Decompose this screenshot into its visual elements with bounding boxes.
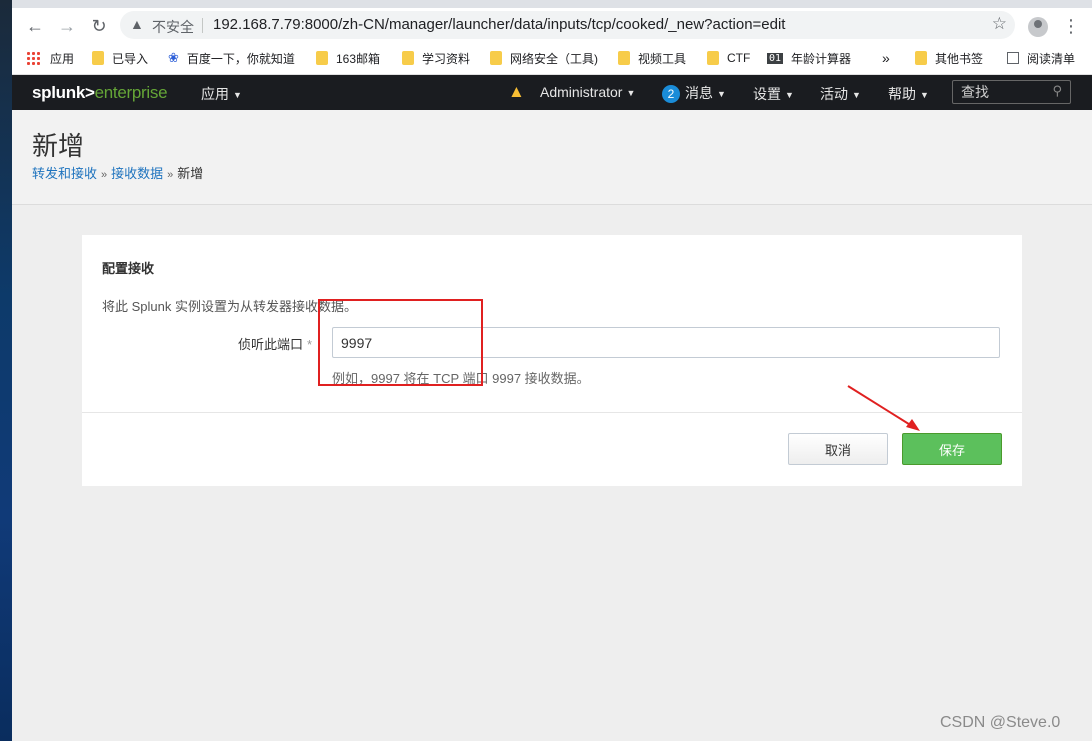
browser-window: ← → ↻ ▲ 不安全 192.168.7.79:8000/zh-CN/mana…: [12, 0, 1092, 741]
page-header: 新增 转发和接收» 接收数据» 新增: [12, 110, 1092, 205]
logo-splunk: splunk>: [32, 83, 95, 102]
help-menu-label: 帮助: [888, 86, 916, 102]
splunk-search-box[interactable]: ⚲: [952, 80, 1071, 104]
bookmarks-overflow[interactable]: »: [882, 49, 890, 67]
settings-menu[interactable]: 设置 ▼: [753, 84, 794, 104]
bookmark-age-calculator[interactable]: 01 年龄计算器: [767, 49, 851, 67]
bookmark-imported[interactable]: 已导入: [92, 49, 148, 67]
bookmark-label: 学习资料: [422, 51, 471, 66]
address-separator: [202, 18, 203, 33]
breadcrumb-separator: »: [167, 169, 174, 181]
url-text[interactable]: 192.168.7.79:8000/zh-CN/manager/launcher…: [213, 16, 785, 33]
section-title: 配置接收: [102, 261, 155, 276]
reading-list[interactable]: 阅读清单: [1007, 49, 1075, 67]
bookmark-label: 年龄计算器: [791, 51, 852, 66]
caret-down-icon: ▼: [626, 88, 636, 98]
breadcrumb: 转发和接收» 接收数据» 新增: [32, 163, 203, 182]
page-title: 新增: [32, 131, 85, 161]
breadcrumb-forwarding-receiving[interactable]: 转发和接收: [32, 166, 97, 181]
logo-enterprise: enterprise: [94, 83, 168, 102]
splunk-search-input[interactable]: [953, 81, 1051, 103]
folder-icon: [915, 51, 927, 65]
bookmark-label: 视频工具: [638, 51, 687, 66]
bookmark-ctf[interactable]: CTF: [707, 49, 750, 67]
bookmark-label: 应用: [50, 51, 75, 66]
caret-down-icon: ▼: [852, 90, 861, 100]
bookmark-label: 已导入: [112, 51, 149, 66]
profile-avatar-icon[interactable]: [1028, 17, 1048, 37]
bookmark-video-tools[interactable]: 视频工具: [618, 49, 686, 67]
bookmark-baidu[interactable]: ❀ 百度一下，你就知道: [168, 49, 295, 67]
search-icon[interactable]: ⚲: [1052, 83, 1062, 99]
breadcrumb-current: 新增: [177, 166, 204, 181]
annotation-arrow-icon: [847, 385, 920, 431]
folder-icon: [402, 51, 414, 65]
tab-strip: [12, 0, 1092, 8]
reload-icon[interactable]: ↻: [86, 13, 112, 39]
configure-receiving-panel: 配置接收 将此 Splunk 实例设置为从转发器接收数据。 侦听此端口* 例如，…: [82, 235, 1022, 486]
messages-menu-label: 消息: [685, 85, 713, 101]
baidu-paw-icon: ❀: [168, 50, 179, 65]
back-arrow-icon[interactable]: ←: [22, 13, 48, 39]
bookmark-label: 其他书签: [935, 51, 984, 66]
message-count-badge: 2: [662, 85, 680, 103]
bookmark-163-mail[interactable]: 163邮箱: [316, 49, 380, 67]
forward-arrow-icon[interactable]: →: [54, 13, 80, 39]
folder-icon: [618, 51, 630, 65]
breadcrumb-separator: »: [101, 169, 108, 181]
bookmark-label: CTF: [727, 51, 751, 65]
activity-menu-label: 活动: [820, 86, 848, 102]
port-label-text: 侦听此端口: [238, 337, 304, 352]
address-bar[interactable]: ▲ 不安全 192.168.7.79:8000/zh-CN/manager/la…: [120, 11, 1015, 39]
watermark: CSDN @Steve.0: [940, 714, 1061, 731]
bookmark-study[interactable]: 学习资料: [402, 49, 470, 67]
help-menu[interactable]: 帮助 ▼: [888, 84, 929, 104]
apps-grid-icon: [26, 51, 40, 65]
bookmark-label: 163邮箱: [336, 51, 381, 66]
annotation-highlight-box: [318, 299, 483, 386]
browser-toolbar: ← → ↻ ▲ 不安全 192.168.7.79:8000/zh-CN/mana…: [12, 8, 1092, 42]
settings-menu-label: 设置: [753, 86, 781, 102]
folder-icon: [316, 51, 328, 65]
page-content: 新增 转发和接收» 接收数据» 新增 配置接收 将此 Splunk 实例设置为从转发…: [12, 110, 1092, 741]
warning-triangle-icon[interactable]: ▲: [508, 82, 525, 102]
folder-icon: [490, 51, 502, 65]
caret-down-icon: ▼: [920, 90, 929, 100]
breadcrumb-receive-data[interactable]: 接收数据: [111, 166, 163, 181]
port-field-label: 侦听此端口 *: [238, 334, 312, 353]
browser-menu-icon[interactable]: ⋮: [1062, 16, 1080, 37]
caret-down-icon: ▼: [717, 89, 726, 99]
folder-icon: [707, 51, 719, 65]
bookmark-other[interactable]: 其他书签: [915, 49, 983, 67]
apps-menu-label: 应用: [201, 86, 229, 102]
user-menu[interactable]: Administrator ▼: [540, 84, 635, 100]
bookmarks-bar: 应用 已导入 ❀ 百度一下，你就知道 163邮箱 学习资料 网络安全（工具) 视频…: [12, 42, 1092, 75]
bookmark-label: 阅读清单: [1027, 51, 1076, 66]
badge-01-icon: 01: [767, 52, 784, 64]
bookmark-star-icon[interactable]: ☆: [992, 14, 1007, 34]
apps-menu[interactable]: 应用 ▼: [201, 84, 242, 104]
messages-menu[interactable]: 2 消息 ▼: [662, 83, 726, 103]
bookmark-security-tools[interactable]: 网络安全（工具): [490, 49, 598, 67]
security-label: 不安全: [152, 19, 194, 35]
splunk-logo[interactable]: splunk>enterprise: [32, 83, 168, 103]
caret-down-icon: ▼: [785, 90, 794, 100]
caret-down-icon: ▼: [233, 90, 242, 100]
bookmark-label: 百度一下，你就知道: [186, 51, 295, 66]
desktop-strip: [0, 0, 12, 741]
activity-menu[interactable]: 活动 ▼: [820, 84, 861, 104]
required-mark: *: [307, 337, 313, 352]
folder-icon: [92, 51, 104, 65]
bookmark-apps[interactable]: 应用: [26, 49, 74, 67]
bookmark-label: 网络安全（工具): [510, 51, 598, 66]
reading-list-icon: [1007, 52, 1019, 64]
warning-triangle-icon: ▲: [130, 16, 144, 32]
user-menu-label: Administrator: [540, 84, 623, 100]
splunk-header: splunk>enterprise 应用 ▼ ▲ Administrator ▼ 2…: [12, 75, 1092, 110]
